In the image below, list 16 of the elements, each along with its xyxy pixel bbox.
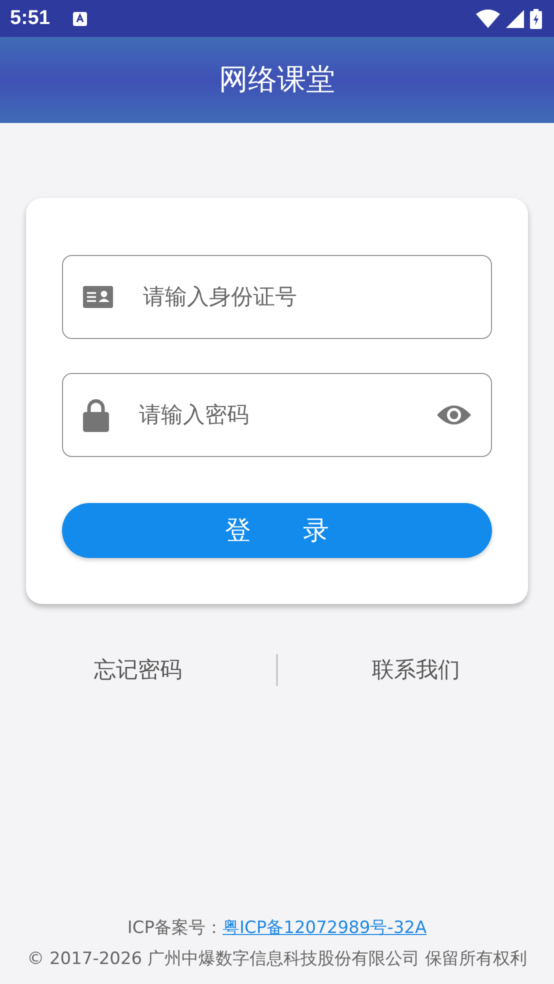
- password-input[interactable]: 请输入密码: [137, 402, 409, 428]
- signal-icon: [506, 10, 524, 28]
- footer-link[interactable]: 联系我们: [278, 655, 554, 685]
- battery-icon: [530, 8, 542, 28]
- footer-link[interactable]: 忘记密码: [0, 655, 276, 685]
- icp-label: ICP备案号：: [127, 918, 223, 938]
- id-number-input[interactable]: 请输入身份证号: [141, 284, 471, 310]
- header-title: 网络课堂: [219, 61, 335, 98]
- login-button[interactable]: 登 录: [62, 503, 492, 558]
- id-card-icon: [83, 286, 113, 308]
- status-time: 5:51: [10, 7, 50, 30]
- lock-icon: [83, 398, 109, 432]
- keyboard-notification-icon: [72, 10, 88, 26]
- copyright-text: © 2017-2026 广州中爆数字信息科技股份有限公司 保留所有权利: [26, 948, 528, 970]
- wifi-icon: [476, 8, 500, 28]
- eye-icon[interactable]: [437, 404, 471, 426]
